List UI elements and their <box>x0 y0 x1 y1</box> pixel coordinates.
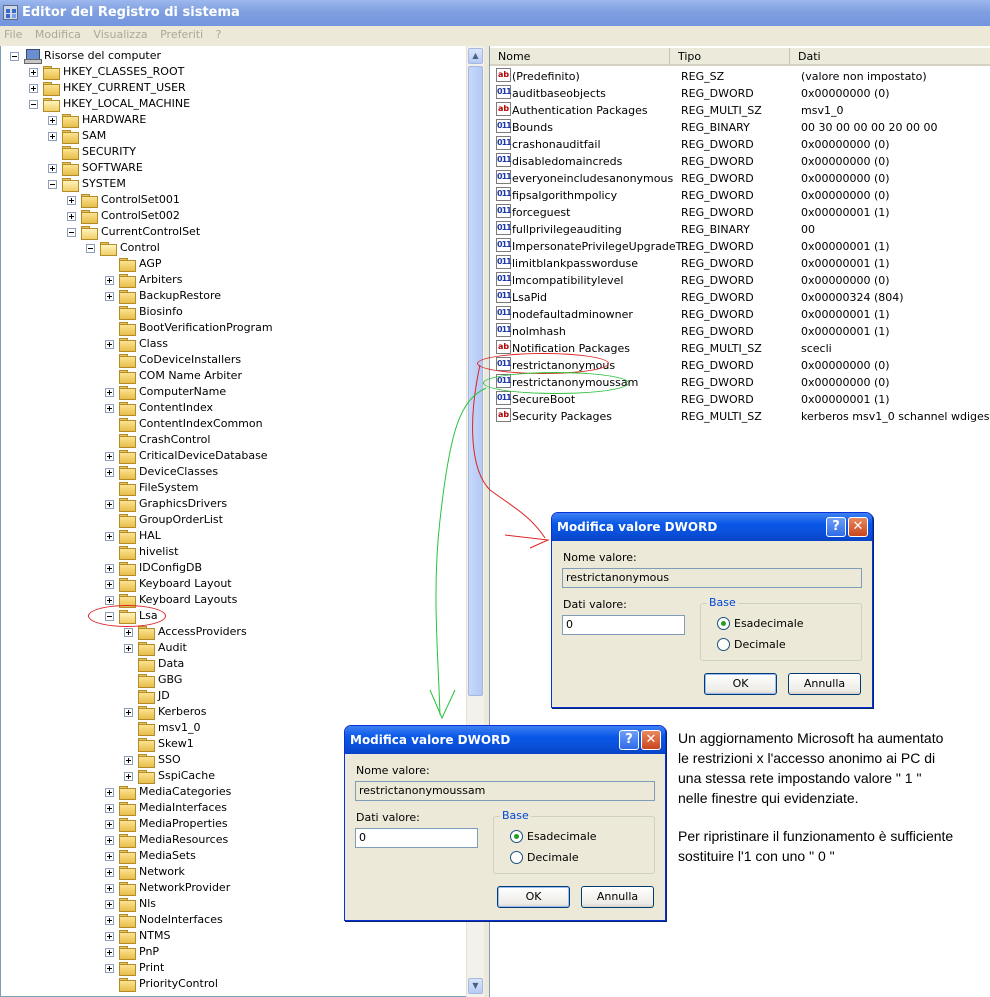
dialog1-hex-radio[interactable] <box>717 617 730 630</box>
dialog2-dec-label[interactable]: Decimale <box>527 851 579 864</box>
dialog2-name-label: Nome valore: <box>356 764 430 777</box>
red-arrow-line <box>472 364 546 539</box>
red-arrow-head <box>504 534 550 549</box>
dialog2-ok-button[interactable]: OK <box>497 886 570 908</box>
dialog2-title-bar: Modifica valore DWORD ? ✕ <box>345 726 665 754</box>
dialog1-value-name-field[interactable]: restrictanonymous <box>562 568 862 588</box>
dialog1-hex-label[interactable]: Esadecimale <box>734 617 804 630</box>
dialog2-base-label: Base <box>500 809 531 822</box>
dialog1-title: Modifica valore DWORD <box>557 520 718 534</box>
green-arrow-head <box>429 689 456 720</box>
dialog2-cancel-button[interactable]: Annulla <box>581 886 654 908</box>
dialog1-ok-button[interactable]: OK <box>704 673 777 695</box>
note-line: nelle finestre qui evidenziate. <box>678 790 859 806</box>
dialog2-hex-label[interactable]: Esadecimale <box>527 830 597 843</box>
dialog2-close-button[interactable]: ✕ <box>641 730 661 750</box>
dialog2-value-name-field[interactable]: restrictanonymoussam <box>355 781 655 801</box>
dialog1-title-bar: Modifica valore DWORD ? ✕ <box>552 513 872 541</box>
dialog1-cancel-button[interactable]: Annulla <box>788 673 861 695</box>
dialog1-dec-label[interactable]: Decimale <box>734 638 786 651</box>
dialog2-hex-radio[interactable] <box>510 830 523 843</box>
dialog1-name-label: Nome valore: <box>563 551 637 564</box>
note-line: una stessa rete impostando valore " 1 " <box>678 770 922 786</box>
dialog1-data-label: Dati valore: <box>563 598 627 611</box>
green-arrow-line <box>435 387 487 716</box>
dialog1-base-group: Base Esadecimale Decimale <box>700 596 862 661</box>
dialog2-dec-radio[interactable] <box>510 851 523 864</box>
dialog2-data-label: Dati valore: <box>356 811 420 824</box>
dialog1-base-label: Base <box>707 596 738 609</box>
edit-dword-dialog-restrictanonymoussam: Modifica valore DWORD ? ✕ Nome valore: r… <box>344 725 666 921</box>
dialog1-help-button[interactable]: ? <box>826 517 846 537</box>
dialog2-help-button[interactable]: ? <box>619 730 639 750</box>
edit-dword-dialog-restrictanonymous: Modifica valore DWORD ? ✕ Nome valore: r… <box>551 512 873 708</box>
dialog2-base-group: Base Esadecimale Decimale <box>493 809 655 874</box>
note-line: Un aggiornamento Microsoft ha aumentato <box>678 730 944 746</box>
dialog1-value-data-input[interactable]: 0 <box>562 615 685 635</box>
dialog1-close-button[interactable]: ✕ <box>848 517 868 537</box>
note-line: Per ripristinare il funzionamento è suff… <box>678 828 954 844</box>
note-line: le restrizioni x l'accesso anonimo ai PC… <box>678 750 936 766</box>
dialog1-dec-radio[interactable] <box>717 638 730 651</box>
explanation-note: Un aggiornamento Microsoft ha aumentato … <box>678 728 953 866</box>
dialog2-value-data-input[interactable]: 0 <box>355 828 478 848</box>
note-line: sostituire l'1 con uno " 0 " <box>678 848 835 864</box>
dialog2-title: Modifica valore DWORD <box>350 733 511 747</box>
